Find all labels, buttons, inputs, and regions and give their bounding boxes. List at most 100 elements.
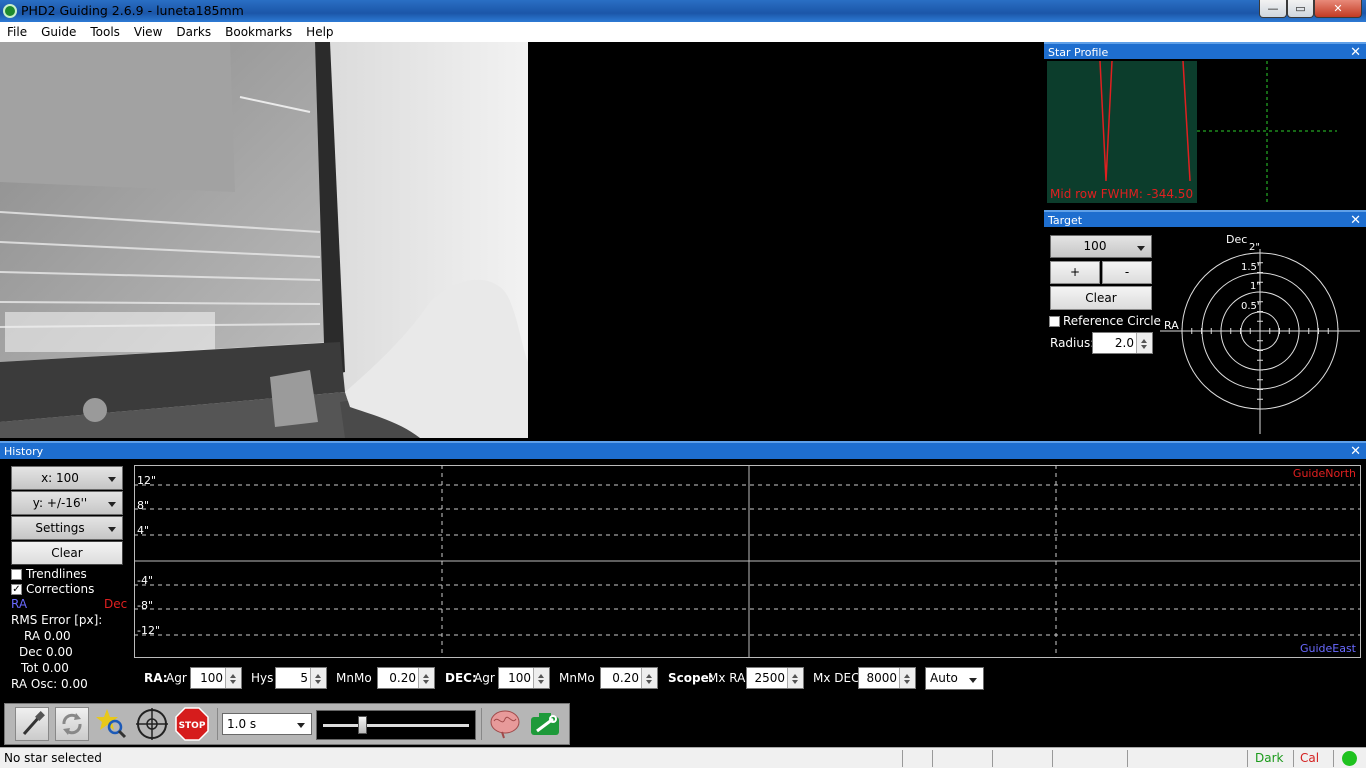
equipment-connect-button[interactable] xyxy=(528,707,562,741)
star-magnifier-icon xyxy=(96,709,127,739)
tot-rms: Tot 0.00 xyxy=(21,661,69,675)
loop-icon xyxy=(62,713,82,735)
brain-icon xyxy=(490,710,520,739)
max-dec-duration-spinner[interactable]: 8000 xyxy=(858,667,916,689)
camera-image[interactable] xyxy=(0,42,528,438)
fwhm-readout: Mid row FWHM: -344.50 xyxy=(1050,187,1193,201)
y-tick-minus-4: -4" xyxy=(137,574,153,587)
close-button[interactable]: ✕ xyxy=(1314,0,1362,18)
guide-east-label: GuideEast xyxy=(1300,642,1357,655)
ra-hysteresis-spinner[interactable]: 5 xyxy=(275,667,327,689)
equipment-wrench-icon xyxy=(531,713,559,735)
dec-rms: Dec 0.00 xyxy=(19,645,73,659)
target-clear-button[interactable]: Clear xyxy=(1050,286,1152,310)
toolbar-separator xyxy=(217,708,218,740)
status-message: No star selected xyxy=(4,751,102,765)
star-profile-graph: Mid row FWHM: -344.50 xyxy=(1047,61,1337,203)
brain-settings-button[interactable] xyxy=(488,707,522,741)
history-graph: 12" 8" 4" -4" -8" -12" GuideNorth GuideE… xyxy=(134,465,1361,658)
dec-guide-mode-dropdown[interactable]: Auto xyxy=(925,667,984,690)
target-plot: Dec RA 2" 1.5" 1" 0.5" xyxy=(1160,233,1360,434)
gamma-slider-track xyxy=(323,724,469,727)
gamma-slider-thumb[interactable] xyxy=(358,716,368,734)
menu-bookmarks[interactable]: Bookmarks xyxy=(218,22,299,42)
cal-status-cell: Cal xyxy=(1293,750,1333,767)
star-profile-panel: Star Profile ✕ Mid row FWHM: -344.50 xyxy=(1044,42,1366,208)
stop-button[interactable]: STOP xyxy=(175,707,209,741)
target-zoom-out-button[interactable]: - xyxy=(1102,261,1152,284)
loop-button[interactable] xyxy=(55,707,89,741)
menu-tools[interactable]: Tools xyxy=(83,22,127,42)
status-cell xyxy=(932,750,992,767)
target-title: Target xyxy=(1048,214,1083,227)
star-profile-close-icon[interactable]: ✕ xyxy=(1350,44,1361,61)
stop-label: STOP xyxy=(179,721,206,731)
y-scale-dropdown[interactable]: y: +/-16'' xyxy=(11,491,123,515)
menu-help[interactable]: Help xyxy=(299,22,340,42)
radius-spinner[interactable]: 2.0 xyxy=(1092,332,1153,354)
connection-led-icon xyxy=(1342,751,1357,766)
status-bar: No star selected Dark Cal xyxy=(0,747,1366,768)
target-panel: Target ✕ 100 + - Clear Reference Circle … xyxy=(1044,210,1366,438)
window-title: PHD2 Guiding 2.6.9 - luneta185mm xyxy=(21,3,244,18)
x-scale-dropdown[interactable]: x: 100 xyxy=(11,466,123,490)
menu-bar: File Guide Tools View Darks Bookmarks Help xyxy=(0,22,1366,42)
star-profile-header: Star Profile ✕ xyxy=(1044,42,1366,61)
history-settings-dropdown[interactable]: Settings xyxy=(11,516,123,540)
dec-axis-label: Dec xyxy=(1226,233,1247,246)
corrections-checkbox[interactable]: ✓ xyxy=(11,584,22,595)
ra-axis-label: RA xyxy=(1164,319,1179,332)
status-cell xyxy=(1127,750,1247,767)
dec-mnmo-label: MnMo xyxy=(559,671,595,685)
menu-view[interactable]: View xyxy=(127,22,169,42)
ra-mnmo-label: MnMo xyxy=(336,671,372,685)
dark-indicator: Dark xyxy=(1255,751,1284,765)
dec-min-move-spinner[interactable]: 0.20 xyxy=(600,667,658,689)
y-tick-8: 8" xyxy=(137,499,149,512)
corrections-label: Corrections xyxy=(26,582,95,596)
history-panel: History ✕ x: 100 y: +/-16'' Settings Cle… xyxy=(0,441,1366,701)
y-tick-12: 12" xyxy=(137,474,156,487)
status-cell xyxy=(992,750,1052,767)
mx-dec-label: Mx DEC xyxy=(813,671,860,685)
reference-circle-checkbox[interactable] xyxy=(1049,316,1060,327)
menu-guide[interactable]: Guide xyxy=(34,22,83,42)
y-tick-minus-12: -12" xyxy=(137,624,160,637)
mx-ra-label: Mx RA xyxy=(708,671,746,685)
target-header: Target ✕ xyxy=(1044,210,1366,229)
status-cell xyxy=(1052,750,1127,767)
toolbar-separator-2 xyxy=(481,708,482,740)
auto-select-star-button[interactable] xyxy=(95,707,129,741)
y-tick-minus-8: -8" xyxy=(137,599,153,612)
history-clear-button[interactable]: Clear xyxy=(11,541,123,565)
trendlines-checkbox[interactable] xyxy=(11,569,22,580)
led-status-cell xyxy=(1333,750,1366,767)
maximize-button[interactable]: ▭ xyxy=(1287,0,1314,18)
y-tick-4: 4" xyxy=(137,524,149,537)
camera-connect-button[interactable] xyxy=(15,707,49,741)
ring-label-1-5: 1.5" xyxy=(1241,262,1262,273)
dec-legend: Dec xyxy=(104,597,128,611)
menu-file[interactable]: File xyxy=(0,22,34,42)
exposure-duration-dropdown[interactable]: 1.0 s xyxy=(222,713,312,735)
history-header: History ✕ xyxy=(0,441,1366,459)
ra-min-move-spinner[interactable]: 0.20 xyxy=(377,667,435,689)
ring-label-1: 1" xyxy=(1250,281,1261,292)
dec-aggressiveness-spinner[interactable]: 100 xyxy=(498,667,550,689)
guide-button[interactable] xyxy=(135,707,169,741)
minimize-button[interactable]: — xyxy=(1259,0,1287,18)
target-zoom-in-button[interactable]: + xyxy=(1050,261,1100,284)
stop-sign-icon: STOP xyxy=(175,707,209,741)
ra-hys-label: Hys xyxy=(251,671,274,685)
menu-darks[interactable]: Darks xyxy=(169,22,218,42)
app-icon xyxy=(3,4,17,18)
max-ra-duration-spinner[interactable]: 2500 xyxy=(746,667,804,689)
gamma-slider[interactable] xyxy=(316,710,476,740)
guide-image-area[interactable] xyxy=(528,42,1041,438)
camera-frame-image xyxy=(0,42,528,438)
target-close-icon[interactable]: ✕ xyxy=(1350,212,1361,229)
target-zoom-dropdown[interactable]: 100 xyxy=(1050,235,1152,258)
ra-agr-label: Agr xyxy=(166,671,187,685)
history-close-icon[interactable]: ✕ xyxy=(1350,443,1361,460)
ra-aggressiveness-spinner[interactable]: 100 xyxy=(190,667,242,689)
